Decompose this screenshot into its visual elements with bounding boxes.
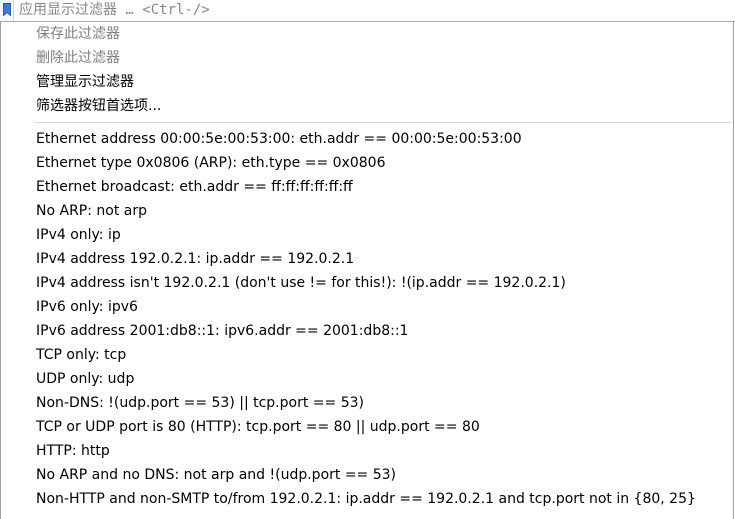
filter-placeholder-text: 应用显示过滤器 (19, 2, 117, 18)
delete-filter-item: 删除此过滤器 (36, 50, 120, 66)
saved-filter-item[interactable]: No ARP and no DNS: not arp and !(udp.por… (36, 463, 396, 487)
saved-filter-item[interactable]: IPv4 address 192.0.2.1: ip.addr == 192.0… (36, 247, 354, 271)
filter-bookmark-button[interactable] (0, 0, 14, 21)
saved-filter-item[interactable]: IPv6 address 2001:db8::1: ipv6.addr == 2… (36, 319, 408, 343)
saved-filter-item[interactable]: TCP only: tcp (36, 343, 126, 367)
saved-filter-item[interactable]: Ethernet type 0x0806 (ARP): eth.type == … (36, 151, 385, 175)
filter-button-preferences-item[interactable]: 筛选器按钮首选项... (36, 94, 161, 118)
saved-filter-item[interactable]: Non-DNS: !(udp.port == 53) || tcp.port =… (36, 391, 364, 415)
menu-separator (34, 122, 731, 123)
saved-filter-item[interactable]: Ethernet broadcast: eth.addr == ff:ff:ff… (36, 175, 353, 199)
saved-filter-item[interactable]: Non-HTTP and non-SMTP to/from 192.0.2.1:… (36, 487, 696, 511)
saved-filter-item[interactable]: IPv6 only: ipv6 (36, 295, 138, 319)
saved-filter-item[interactable]: HTTP: http (36, 439, 110, 463)
saved-filter-item[interactable]: TCP or UDP port is 80 (HTTP): tcp.port =… (36, 415, 480, 439)
saved-filter-item[interactable]: Ethernet address 00:00:5e:00:53:00: eth.… (36, 127, 522, 151)
saved-filter-item[interactable]: UDP only: udp (36, 367, 134, 391)
display-filter-dropdown: 应用显示过滤器 … <Ctrl-/> 保存此过滤器 删除此过滤器管理显示过滤器 筛选… (0, 0, 735, 519)
display-filter-input[interactable]: 应用显示过滤器 … <Ctrl-/> (19, 0, 210, 21)
saved-filter-item[interactable]: IPv4 only: ip (36, 223, 121, 247)
saved-filter-item[interactable]: IPv4 address isn't 192.0.2.1 (don't use … (36, 271, 566, 295)
display-filter-bar: 应用显示过滤器 … <Ctrl-/> (0, 0, 735, 22)
filter-placeholder-shortcut: … <Ctrl-/> (117, 2, 210, 18)
save-filter-item: 保存此过滤器 (36, 26, 120, 42)
filter-menu: 保存此过滤器 删除此过滤器管理显示过滤器 筛选器按钮首选项... Ethernet … (0, 22, 734, 519)
manage-display-filters-item[interactable]: 管理显示过滤器 (36, 70, 134, 94)
saved-filter-item[interactable]: No ARP: not arp (36, 199, 147, 223)
bookmark-icon (3, 3, 11, 16)
